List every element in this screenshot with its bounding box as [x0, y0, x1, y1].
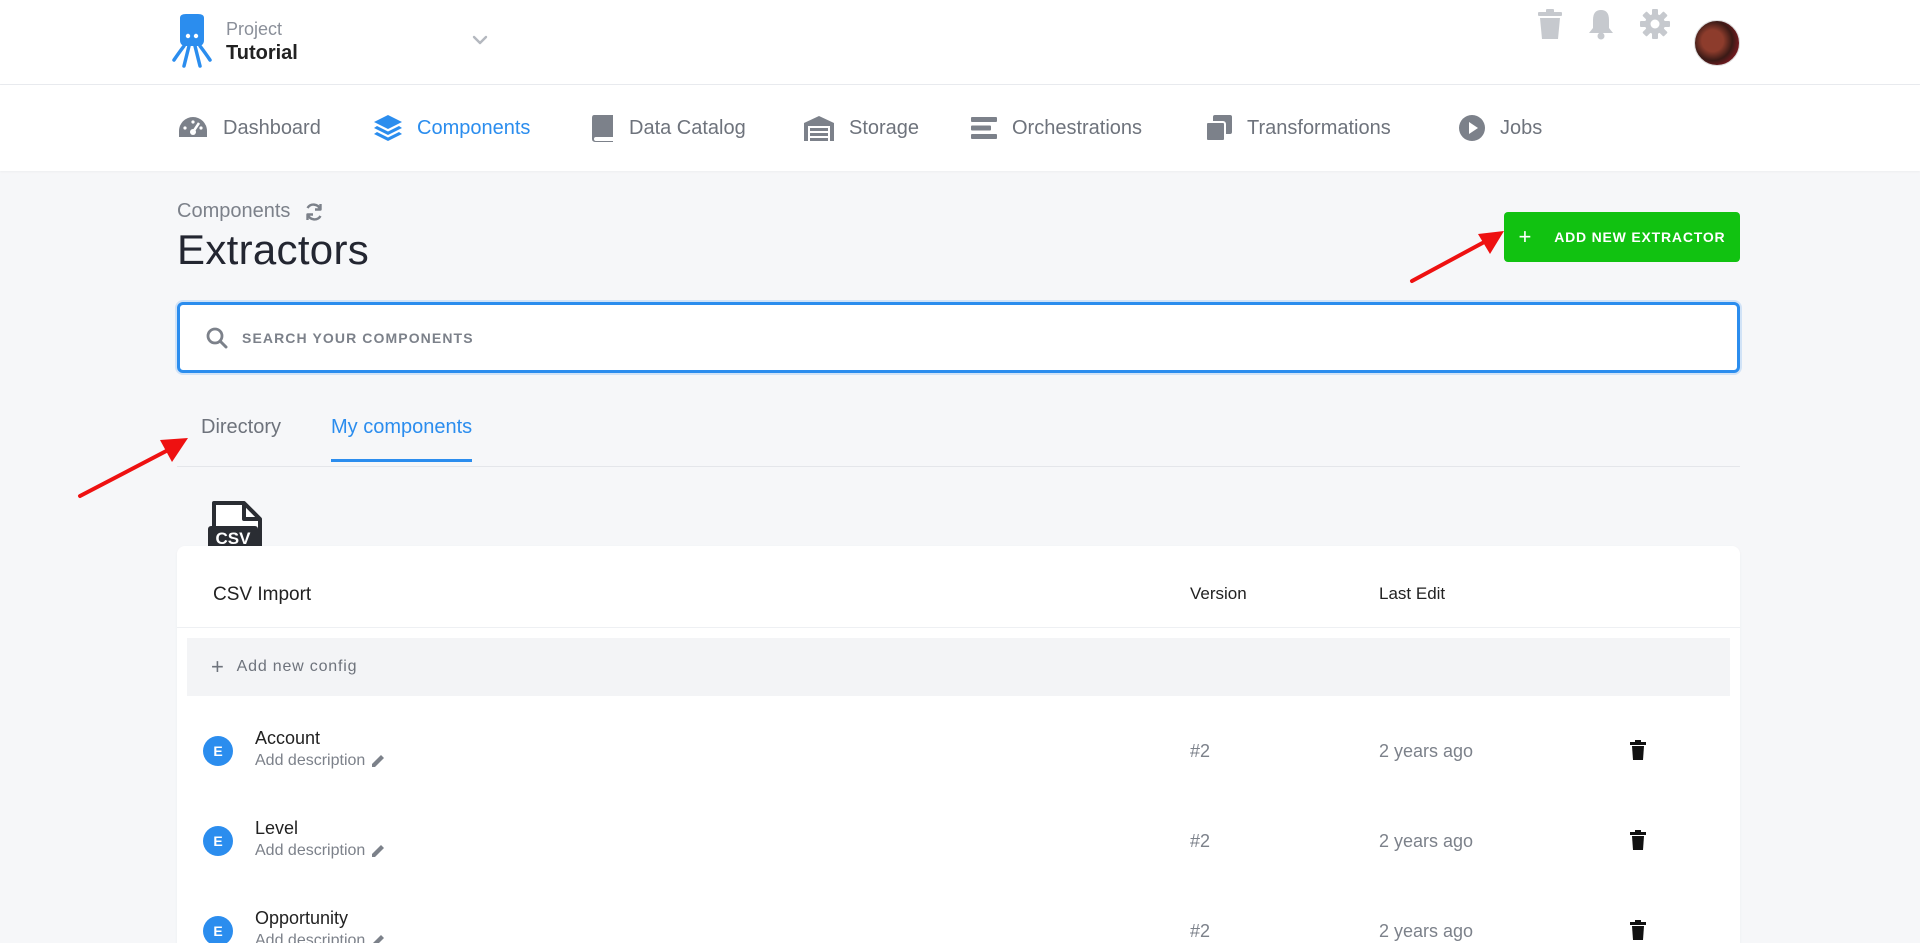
breadcrumb: Components: [177, 200, 324, 223]
extractor-badge: E: [203, 736, 233, 766]
layers-icon: [374, 115, 402, 141]
chevron-down-icon[interactable]: [470, 30, 490, 50]
plus-icon: +: [211, 654, 225, 679]
add-new-config-button[interactable]: + Add new config: [187, 638, 1730, 696]
nav-jobs[interactable]: Jobs: [1458, 85, 1542, 171]
nav-label: Transformations: [1247, 116, 1391, 139]
nav-label: Components: [417, 116, 531, 139]
config-version: #2: [1190, 921, 1211, 941]
nav-label: Dashboard: [223, 116, 321, 139]
trash-icon[interactable]: [1628, 919, 1648, 941]
bell-icon[interactable]: [1581, 0, 1621, 48]
config-last-edit: 2 years ago: [1379, 741, 1474, 761]
search-input[interactable]: [242, 329, 1642, 346]
tab-my-components[interactable]: My components: [331, 416, 473, 462]
breadcrumb-label[interactable]: Components: [177, 200, 290, 223]
column-header-version: Version: [1190, 584, 1247, 603]
config-last-edit: 2 years ago: [1379, 921, 1474, 941]
config-description[interactable]: Add description: [255, 932, 386, 943]
play-circle-icon: [1459, 115, 1485, 141]
trash-icon[interactable]: [1530, 0, 1570, 48]
card-header: CSV Import Version Last Edit: [177, 546, 1740, 628]
tab-directory[interactable]: Directory: [201, 416, 281, 459]
book-icon: [592, 115, 613, 142]
add-new-config-label: Add new config: [236, 658, 358, 675]
annotation-arrow-icon: [1410, 231, 1504, 283]
trash-icon[interactable]: [1628, 829, 1648, 851]
config-description[interactable]: Add description: [255, 752, 386, 770]
nav-components[interactable]: Components: [373, 85, 530, 171]
main-nav: Dashboard Components Data Catalog Storag…: [0, 85, 1920, 171]
config-row[interactable]: E Opportunity Add description #2 2 years…: [177, 886, 1740, 943]
octopus-logo-icon[interactable]: [172, 14, 212, 70]
trash-icon[interactable]: [1628, 739, 1648, 761]
component-name[interactable]: CSV Import: [213, 584, 311, 606]
dashboard-icon: [179, 117, 207, 137]
nav-data-catalog[interactable]: Data Catalog: [591, 85, 746, 171]
tab-bar: Directory My components: [177, 400, 1740, 467]
nav-storage[interactable]: Storage: [803, 85, 919, 171]
plus-icon: +: [1518, 224, 1533, 249]
config-name[interactable]: Opportunity: [255, 908, 348, 929]
gear-icon[interactable]: [1635, 0, 1675, 48]
config-name[interactable]: Account: [255, 728, 320, 749]
refresh-icon[interactable]: [304, 202, 324, 222]
top-header: Project Tutorial: [0, 0, 1920, 85]
page-title: Extractors: [177, 226, 370, 273]
description-label: Add description: [255, 842, 366, 859]
warehouse-icon: [804, 116, 834, 141]
config-last-edit: 2 years ago: [1379, 831, 1474, 851]
copy-icon: [1205, 115, 1232, 142]
add-new-extractor-button[interactable]: + ADD NEW EXTRACTOR: [1504, 212, 1740, 262]
extractor-badge: E: [203, 916, 233, 943]
config-description[interactable]: Add description: [255, 842, 386, 860]
config-version: #2: [1190, 741, 1211, 761]
pencil-icon: [372, 845, 385, 857]
extractor-badge: E: [203, 826, 233, 856]
description-label: Add description: [255, 932, 366, 943]
description-label: Add description: [255, 752, 366, 769]
config-name[interactable]: Level: [255, 818, 298, 839]
config-row[interactable]: E Account Add description #2 2 years ago: [177, 706, 1740, 796]
nav-label: Data Catalog: [629, 116, 746, 139]
project-selector[interactable]: Project Tutorial: [226, 18, 298, 66]
user-avatar[interactable]: [1694, 20, 1740, 66]
nav-label: Jobs: [1500, 116, 1543, 139]
pencil-icon: [372, 755, 385, 767]
add-new-extractor-label: ADD NEW EXTRACTOR: [1554, 229, 1726, 245]
nav-orchestrations[interactable]: Orchestrations: [970, 85, 1142, 171]
config-version: #2: [1190, 831, 1211, 851]
component-card: CSV Import Version Last Edit + Add new c…: [177, 546, 1740, 943]
nav-label: Orchestrations: [1012, 116, 1143, 139]
config-row[interactable]: E Level Add description #2 2 years ago: [177, 796, 1740, 886]
nav-transformations[interactable]: Transformations: [1205, 85, 1391, 171]
column-header-last-edit: Last Edit: [1379, 584, 1446, 603]
project-name: Tutorial: [226, 42, 298, 64]
project-label: Project: [226, 19, 283, 39]
nav-dashboard[interactable]: Dashboard: [177, 85, 321, 171]
bars-icon: [971, 117, 997, 139]
pencil-icon: [373, 935, 385, 943]
search-icon: [206, 327, 228, 348]
search-box[interactable]: [177, 302, 1740, 373]
nav-label: Storage: [849, 116, 920, 139]
